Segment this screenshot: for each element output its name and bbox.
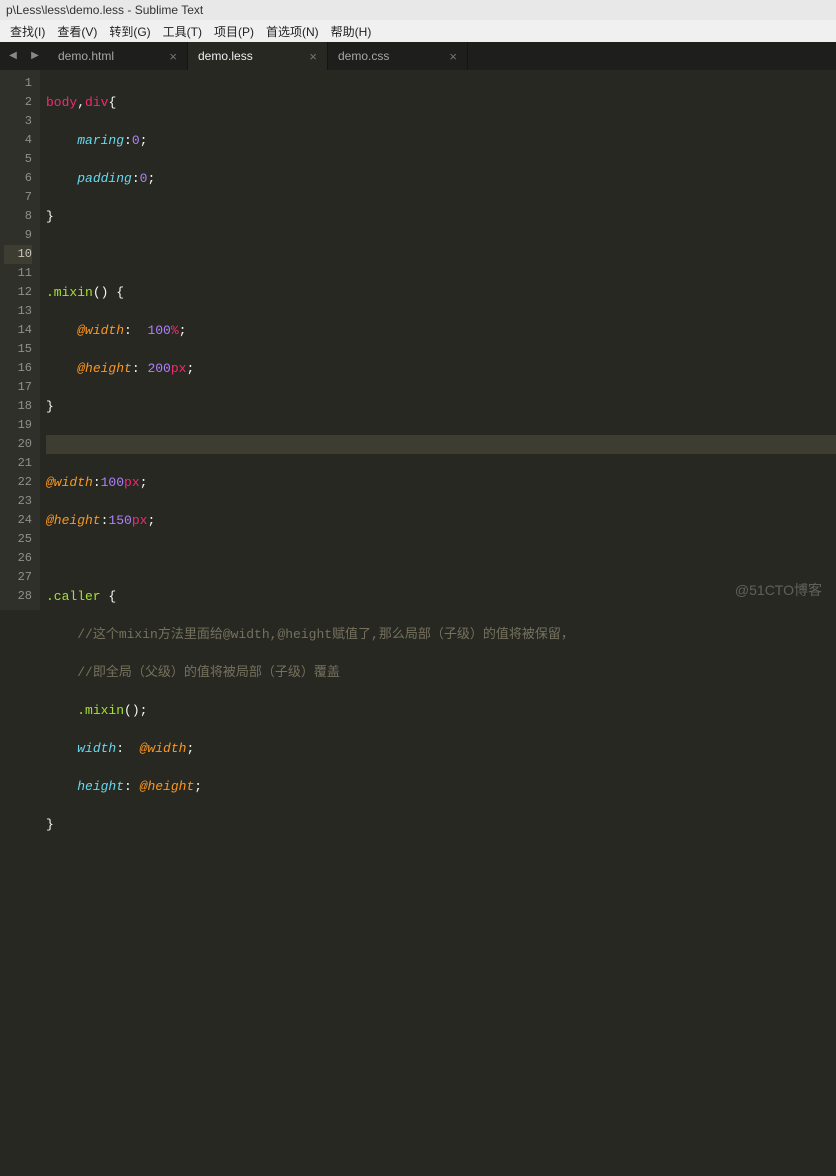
token-varref: @height	[140, 779, 195, 794]
token-var: @height	[77, 361, 132, 376]
token-unit: px	[132, 513, 148, 528]
tab-label: demo.less	[198, 49, 253, 63]
token-var: @height	[46, 513, 101, 528]
menu-goto[interactable]: 转到(G)	[103, 21, 156, 42]
close-icon[interactable]: ×	[449, 49, 457, 64]
menu-help[interactable]: 帮助(H)	[325, 21, 378, 42]
token-punct: :	[132, 171, 140, 186]
token-unit: %	[171, 323, 179, 338]
token-punct: {	[101, 589, 117, 604]
token-punct: ;	[140, 475, 148, 490]
code-editor[interactable]: 1234567891011121314151617181920212223242…	[0, 70, 836, 610]
token-punct: :	[132, 361, 148, 376]
token-class: .mixin	[46, 285, 93, 300]
nav-forward-icon[interactable]: ▶	[26, 47, 44, 65]
token-var: @width	[77, 323, 124, 338]
close-icon[interactable]: ×	[309, 49, 317, 64]
close-icon[interactable]: ×	[169, 49, 177, 64]
token-comment: //即全局（父级）的值将被局部（子级）覆盖	[77, 665, 340, 680]
tab-demo-css[interactable]: demo.css ×	[328, 42, 468, 70]
token-punct: ;	[147, 171, 155, 186]
token-punct: }	[46, 817, 54, 832]
token-punct: :	[93, 475, 101, 490]
tab-row: ◀ ▶ demo.html × demo.less × demo.css ×	[0, 42, 836, 70]
token-prop: maring	[77, 133, 124, 148]
token-punct: }	[46, 399, 54, 414]
tab-demo-less[interactable]: demo.less ×	[188, 42, 328, 70]
token-var: @width	[46, 475, 93, 490]
menu-bar: 查找(I) 查看(V) 转到(G) 工具(T) 项目(P) 首选项(N) 帮助(…	[0, 20, 836, 42]
token-num: 100	[147, 323, 170, 338]
token-punct: ();	[124, 703, 147, 718]
token-punct: :	[116, 741, 139, 756]
tab-label: demo.css	[338, 49, 389, 63]
nav-arrows: ◀ ▶	[0, 42, 48, 70]
token-punct: :	[124, 779, 140, 794]
title-bar: p\Less\less\demo.less - Sublime Text	[0, 0, 836, 20]
token-comment: //这个mixin方法里面给@width,@height赋值了,那么局部（子级）…	[77, 627, 574, 642]
tab-demo-html[interactable]: demo.html ×	[48, 42, 188, 70]
token-punct: ;	[147, 513, 155, 528]
token-punct: ;	[194, 779, 202, 794]
code-area[interactable]: body,div{ maring:0; padding:0; } .mixin(…	[40, 70, 836, 610]
tab-label: demo.html	[58, 49, 114, 63]
token-punct: ;	[179, 323, 187, 338]
token-punct: ;	[140, 133, 148, 148]
token-punct: }	[46, 209, 54, 224]
token-num: 200	[147, 361, 170, 376]
nav-back-icon[interactable]: ◀	[4, 47, 22, 65]
token-prop: height	[77, 779, 124, 794]
token-punct: ;	[186, 741, 194, 756]
token-prop: width	[77, 741, 116, 756]
menu-tools[interactable]: 工具(T)	[157, 21, 208, 42]
menu-find[interactable]: 查找(I)	[4, 21, 51, 42]
token-num: 100	[101, 475, 124, 490]
token-num: 0	[132, 133, 140, 148]
token-class: .caller	[46, 589, 101, 604]
gutter: 1234567891011121314151617181920212223242…	[0, 70, 40, 610]
token-class: .mixin	[77, 703, 124, 718]
menu-view[interactable]: 查看(V)	[51, 21, 103, 42]
token-punct: {	[108, 95, 116, 110]
window-title: p\Less\less\demo.less - Sublime Text	[6, 3, 203, 17]
token-varref: @width	[140, 741, 187, 756]
token-punct: ,	[77, 95, 85, 110]
token-prop: padding	[77, 171, 132, 186]
token-unit: px	[171, 361, 187, 376]
token-punct: () {	[93, 285, 124, 300]
menu-preferences[interactable]: 首选项(N)	[260, 21, 325, 42]
token-unit: px	[124, 475, 140, 490]
token-punct: :	[124, 323, 147, 338]
menu-project[interactable]: 项目(P)	[208, 21, 260, 42]
token-tag: div	[85, 95, 108, 110]
token-punct: ;	[186, 361, 194, 376]
token-tag: body	[46, 95, 77, 110]
token-punct: :	[124, 133, 132, 148]
token-num: 150	[108, 513, 131, 528]
